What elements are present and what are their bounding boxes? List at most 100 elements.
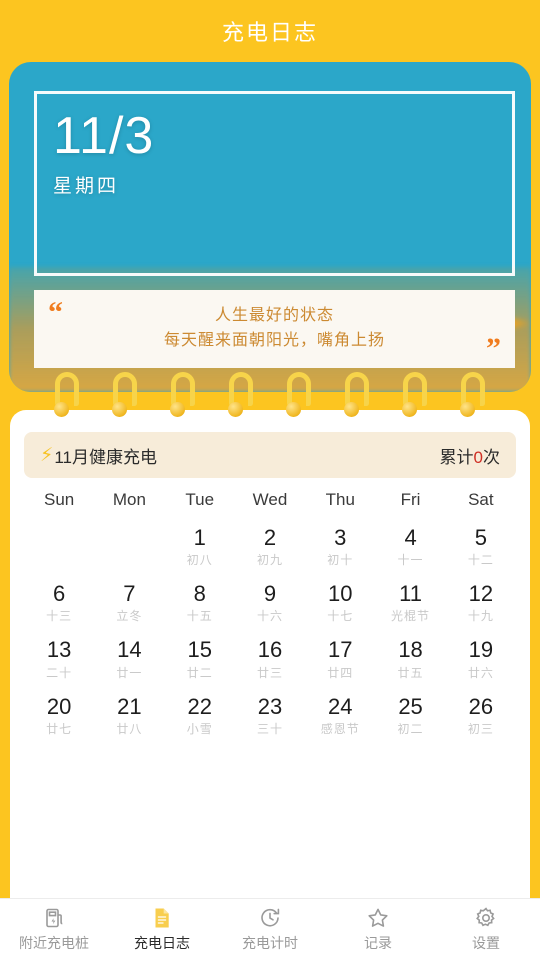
banner-total: 累计0次	[440, 443, 500, 468]
weekday-sat: Sat	[468, 490, 494, 509]
calendar-day[interactable]: 13 二十	[24, 630, 94, 684]
calendar-day[interactable]: 20 廿七	[24, 687, 94, 741]
hero-weekday: 星期四	[53, 176, 120, 197]
calendar-day-empty	[24, 518, 94, 572]
calendar-day-number: 10	[328, 581, 353, 607]
calendar-day-lunar: 十七	[327, 609, 354, 624]
hero-card[interactable]: 11/3 星期四 “ 人生最好的状态 每天醒来面朝阳光，嘴角上扬 ”	[9, 62, 531, 392]
calendar-day[interactable]: 18 廿五	[375, 630, 445, 684]
calendar-day[interactable]: 19 廿六	[446, 630, 516, 684]
weekday-sun: Sun	[44, 490, 75, 509]
calendar-day-lunar: 初八	[186, 553, 213, 568]
calendar-day-number: 11	[399, 581, 422, 607]
calendar-day-lunar: 廿七	[46, 721, 73, 736]
calendar-day-lunar: 初九	[256, 553, 283, 568]
calendar-day[interactable]: 9 十六	[235, 574, 305, 628]
quote-open-icon: “	[48, 296, 63, 329]
calendar-day-lunar: 廿四	[327, 665, 354, 680]
calendar-day-lunar: 光棍节	[391, 609, 431, 624]
calendar-day[interactable]: 25 初二	[375, 687, 445, 741]
calendar-week-row: 13 二十 14 廿一 15 廿二 16 廿三 17 廿四 18 廿五 19 廿六	[24, 630, 516, 684]
calendar-day[interactable]: 12 十九	[446, 574, 516, 628]
nav-item-charging-log[interactable]: 充电日志	[108, 899, 216, 960]
calendar-area: ⚡ 11月健康充电 累计0次 Sun Mon Tue Wed Thu Fri S…	[0, 372, 540, 960]
hero-date-block: 11/3 星期四	[53, 110, 154, 198]
nav-item-records[interactable]: 记录	[324, 899, 432, 960]
calendar-day-number: 13	[46, 637, 72, 663]
calendar-grid: 1 初八 2 初九 3 初十 4 十一 5 十二 6 十三 7 立冬 8 十五 9 十六 10 十七 11 光棍节 12 十九…	[24, 518, 516, 741]
calendar-day[interactable]: 2 初九	[235, 518, 305, 572]
quote-line-1: 人生最好的状态	[214, 307, 334, 325]
nav-item-settings[interactable]: 设置	[432, 899, 540, 960]
calendar-day[interactable]: 11 光棍节	[375, 574, 445, 628]
total-count: 0	[473, 447, 483, 467]
calendar-day-number: 5	[474, 525, 487, 550]
calendar-day[interactable]: 7 立冬	[94, 574, 164, 628]
calendar-day-lunar: 廿八	[116, 721, 143, 736]
quote-line-2: 每天醒来面朝阳光，嘴角上扬	[163, 332, 385, 349]
calendar-day[interactable]: 5 十二	[446, 518, 516, 572]
nav-label: 充电计时	[242, 935, 298, 951]
daily-quote-card: “ 人生最好的状态 每天醒来面朝阳光，嘴角上扬 ”	[34, 290, 515, 368]
calendar-day[interactable]: 3 初十	[305, 518, 375, 572]
bottom-nav: 附近充电桩 充电日志 充电计时 记录 设置	[0, 898, 540, 960]
calendar-day-number: 3	[334, 525, 347, 550]
calendar-day-lunar: 初三	[467, 721, 494, 736]
calendar-day[interactable]: 24 感恩节	[305, 687, 375, 741]
nav-item-charging-timer[interactable]: 充电计时	[216, 899, 324, 960]
calendar-card: ⚡ 11月健康充电 累计0次 Sun Mon Tue Wed Thu Fri S…	[10, 410, 530, 960]
calendar-day[interactable]: 16 廿三	[235, 630, 305, 684]
calendar-day-number: 15	[187, 637, 212, 663]
calendar-day[interactable]: 8 十五	[165, 574, 235, 628]
calendar-day-number: 1	[193, 525, 206, 550]
calendar-day-lunar: 十三	[46, 609, 73, 624]
nav-label: 设置	[472, 935, 500, 951]
calendar-day-number: 26	[468, 693, 494, 719]
calendar-day-lunar: 十二	[467, 553, 494, 568]
calendar-day[interactable]: 17 廿四	[305, 630, 375, 684]
quote-close-icon: ”	[486, 332, 501, 365]
calendar-day-lunar: 廿二	[186, 665, 213, 680]
calendar-day[interactable]: 10 十七	[305, 574, 375, 628]
calendar-day-lunar: 十五	[186, 609, 213, 624]
calendar-week-row: 20 廿七 21 廿八 22 小雪 23 三十 24 感恩节 25 初二 26 初三	[24, 687, 516, 741]
calendar-day[interactable]: 22 小雪	[165, 687, 235, 741]
weekday-thu: Thu	[325, 490, 355, 509]
calendar-day-number: 22	[187, 693, 212, 719]
page-title: 充电日志	[221, 20, 318, 45]
calendar-day[interactable]: 6 十三	[24, 574, 94, 628]
weekday-fri: Fri	[400, 490, 421, 509]
star-icon	[366, 906, 390, 930]
calendar-day-lunar: 十九	[467, 609, 494, 624]
calendar-day-number: 6	[53, 581, 66, 607]
weekday-mon: Mon	[112, 490, 146, 509]
calendar-day-number: 2	[263, 525, 277, 550]
monthly-health-banner[interactable]: ⚡ 11月健康充电 累计0次	[24, 432, 516, 478]
calendar-day-lunar: 三十	[256, 721, 283, 736]
calendar-day[interactable]: 23 三十	[235, 687, 305, 741]
calendar-day[interactable]: 1 初八	[165, 518, 235, 572]
calendar-day[interactable]: 4 十一	[375, 518, 445, 572]
document-icon	[150, 906, 174, 930]
nav-item-nearby-stations[interactable]: 附近充电桩	[0, 899, 108, 960]
calendar-day-lunar: 小雪	[186, 721, 213, 736]
calendar-day-empty	[94, 518, 164, 572]
gear-icon	[474, 906, 498, 930]
calendar-day-number: 4	[404, 525, 417, 550]
calendar-day[interactable]: 15 廿二	[165, 630, 235, 684]
calendar-day[interactable]: 14 廿一	[94, 630, 164, 684]
calendar-week-row: 6 十三 7 立冬 8 十五 9 十六 10 十七 11 光棍节 12 十九	[24, 574, 516, 628]
weekday-wed: Wed	[252, 490, 288, 509]
calendar-day[interactable]: 21 廿八	[94, 687, 164, 741]
calendar-day-number: 17	[328, 637, 353, 663]
calendar-day[interactable]: 26 初三	[446, 687, 516, 741]
calendar-day-number: 23	[257, 693, 283, 719]
header-bar: 充电日志	[0, 0, 540, 62]
hero-date-value: 11/3	[53, 107, 155, 165]
calendar-day-number: 21	[117, 693, 142, 719]
nav-label: 充电日志	[134, 935, 190, 951]
calendar-day-number: 12	[468, 581, 494, 607]
calendar-day-number: 20	[46, 693, 72, 719]
calendar-day-lunar: 二十	[46, 665, 73, 680]
calendar-day-number: 16	[257, 637, 283, 663]
